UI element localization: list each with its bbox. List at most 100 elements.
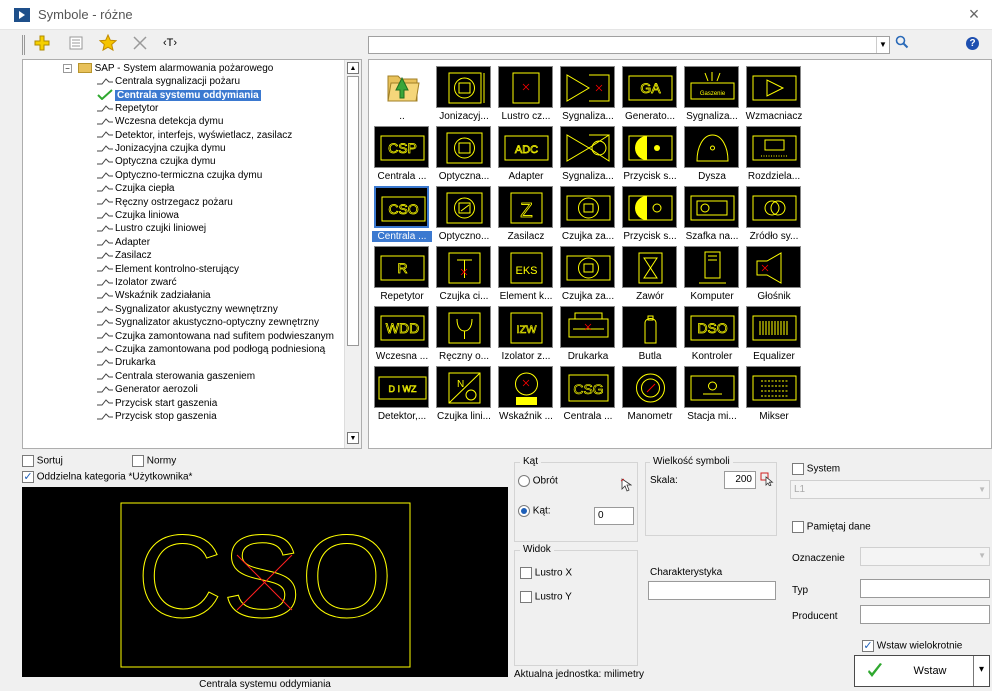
tree-root[interactable]: − SAP - System alarmowania pożarowego — [63, 63, 273, 76]
symbol-item[interactable]: Dysza — [682, 124, 742, 184]
symbol-item[interactable]: Komputer — [682, 244, 742, 304]
tree-item[interactable]: Adapter — [97, 237, 150, 250]
oddzielna-checkbox[interactable] — [22, 471, 34, 483]
tree-item[interactable]: Lustro czujki liniowej — [97, 223, 206, 236]
normy-checkbox[interactable] — [132, 455, 144, 467]
search-dropdown-button[interactable]: ▼ — [876, 37, 889, 53]
symbol-item[interactable]: Ręczny o... — [434, 304, 494, 364]
symbol-item[interactable]: Sygnaliza... — [558, 124, 618, 184]
symbol-item[interactable]: R Repetytor — [372, 244, 432, 304]
tree-item[interactable]: Centrala sterowania gaszeniem — [97, 371, 255, 384]
tree-item[interactable]: Czujka liniowa — [97, 210, 179, 223]
symbol-item[interactable]: Butla — [620, 304, 680, 364]
symbol-item[interactable]: Drukarka — [558, 304, 618, 364]
symbol-item[interactable]: Gaszenie Sygnaliza... — [682, 64, 742, 124]
tree-item[interactable]: Przycisk stop gaszenia — [97, 411, 217, 424]
tree-item[interactable]: Sygnalizator akustyczno-optyczny zewnętr… — [97, 317, 319, 330]
kat-input[interactable]: 0 — [594, 507, 634, 525]
tree-item[interactable]: Detektor, interfejs, wyświetlacz, zasila… — [97, 130, 292, 143]
search-icon[interactable] — [895, 35, 909, 52]
symbol-item[interactable]: Jonizacyj... — [434, 64, 494, 124]
symbol-item[interactable]: Lustro cz... — [496, 64, 556, 124]
symbol-item[interactable]: DSO Kontroler — [682, 304, 742, 364]
obrot-radio[interactable] — [518, 475, 530, 487]
symbol-item[interactable]: Optyczna... — [434, 124, 494, 184]
symbol-item[interactable]: Stacja mi... — [682, 364, 742, 424]
symbol-item[interactable]: Sygnaliza... — [558, 64, 618, 124]
scroll-up-button[interactable]: ▲ — [347, 62, 359, 74]
symbol-item[interactable]: Zawór — [620, 244, 680, 304]
symbol-item[interactable]: Przycisk s... — [620, 124, 680, 184]
symbol-item[interactable]: CSG Centrala ... — [558, 364, 618, 424]
obrot-option[interactable]: Obrót — [518, 475, 558, 487]
tree-item[interactable]: Zasilacz — [97, 250, 152, 263]
symbol-item[interactable]: Czujka za... — [558, 184, 618, 244]
scroll-down-button[interactable]: ▼ — [347, 432, 359, 444]
add-icon[interactable] — [32, 33, 52, 53]
list-icon[interactable] — [66, 33, 86, 53]
lustro-y-checkbox[interactable] — [520, 591, 532, 603]
normy-option[interactable]: Normy — [132, 455, 176, 467]
symbol-item[interactable]: D I WZ Detektor,... — [372, 364, 432, 424]
tree-item[interactable]: Centrala systemu oddymiania — [97, 89, 261, 102]
tree-item[interactable]: Ręczny ostrzegacz pożaru — [97, 197, 233, 210]
tree-item[interactable]: Generator aerozoli — [97, 384, 198, 397]
system-checkbox[interactable] — [792, 463, 804, 475]
producent-input[interactable] — [860, 605, 990, 624]
tree-item[interactable]: Centrala sygnalizacji pożaru — [97, 76, 240, 89]
symbol-item[interactable]: GA Generato... — [620, 64, 680, 124]
lustro-x-checkbox[interactable] — [520, 567, 532, 579]
text-icon[interactable]: ‹T› — [160, 33, 180, 53]
tree-item[interactable]: Drukarka — [97, 357, 156, 370]
symbol-item[interactable]: N Czujka lini... — [434, 364, 494, 424]
symbol-item[interactable]: Wskaźnik ... — [496, 364, 556, 424]
tree-item[interactable]: Repetytor — [97, 103, 158, 116]
close-button[interactable]: × — [964, 4, 984, 25]
symbol-item[interactable]: CSP Centrala ... — [372, 124, 432, 184]
skala-input[interactable]: 200 — [724, 471, 756, 489]
symbol-item[interactable]: Optyczno... — [434, 184, 494, 244]
tree-item[interactable]: Czujka zamontowana pod podłogą podniesio… — [97, 344, 325, 357]
collapse-icon[interactable]: − — [63, 63, 72, 73]
tree-item[interactable]: Sygnalizator akustyczny wewnętrzny — [97, 304, 278, 317]
symbol-item[interactable]: Czujka za... — [558, 244, 618, 304]
pick-size-icon[interactable] — [760, 472, 774, 489]
typ-input[interactable] — [860, 579, 990, 598]
category-tree[interactable]: − SAP - System alarmowania pożarowego Ce… — [22, 59, 362, 449]
kat-radio[interactable] — [518, 505, 530, 517]
charakterystyka-input[interactable] — [648, 581, 776, 600]
oddzielna-option[interactable]: Oddzielna kategoria *Użytkownika* — [22, 471, 192, 483]
symbol-item[interactable]: Equalizer — [744, 304, 804, 364]
sortuj-checkbox[interactable] — [22, 455, 34, 467]
symbol-item[interactable]: Szafka na... — [682, 184, 742, 244]
tree-item[interactable]: Wczesna detekcja dymu — [97, 116, 223, 129]
kat-option[interactable]: Kąt: — [518, 505, 551, 517]
tree-item[interactable]: Czujka zamontowana nad sufitem podwiesza… — [97, 331, 334, 344]
symbol-item[interactable]: Czujka ci... — [434, 244, 494, 304]
symbol-item[interactable]: Źródło sy... — [744, 184, 804, 244]
symbol-item[interactable]: Manometr — [620, 364, 680, 424]
delete-icon[interactable] — [130, 33, 150, 53]
tree-item[interactable]: Wskaźnik zadziałania — [97, 290, 211, 303]
symbol-item[interactable]: EKS Element k... — [496, 244, 556, 304]
star-icon[interactable] — [98, 33, 118, 53]
symbol-item[interactable]: Rozdziela... — [744, 124, 804, 184]
tree-item[interactable]: Czujka ciepła — [97, 183, 174, 196]
pamietaj-option[interactable]: Pamiętaj dane — [792, 521, 871, 533]
symbol-item[interactable]: ADC Adapter — [496, 124, 556, 184]
sortuj-option[interactable]: Sortuj — [22, 455, 63, 467]
symbol-item[interactable]: WDD Wczesna ... — [372, 304, 432, 364]
symbol-item[interactable]: IZW Izolator z... — [496, 304, 556, 364]
wstaw-dropdown-button[interactable]: ▾ — [973, 656, 989, 686]
tree-item[interactable]: Optyczna czujka dymu — [97, 156, 216, 169]
tree-item[interactable]: Jonizacyjna czujka dymu — [97, 143, 226, 156]
wstaw-wielokrotnie-option[interactable]: Wstaw wielokrotnie — [862, 640, 962, 652]
symbol-item[interactable]: Głośnik — [744, 244, 804, 304]
symbol-item[interactable]: Z Zasilacz — [496, 184, 556, 244]
tree-scrollbar[interactable]: ▲ ▼ — [344, 60, 361, 448]
tree-item[interactable]: Przycisk start gaszenia — [97, 398, 217, 411]
scroll-thumb[interactable] — [347, 76, 359, 346]
symbol-item[interactable]: Mikser — [744, 364, 804, 424]
help-icon[interactable]: ? — [966, 37, 979, 50]
wstaw-wielokrotnie-checkbox[interactable] — [862, 640, 874, 652]
